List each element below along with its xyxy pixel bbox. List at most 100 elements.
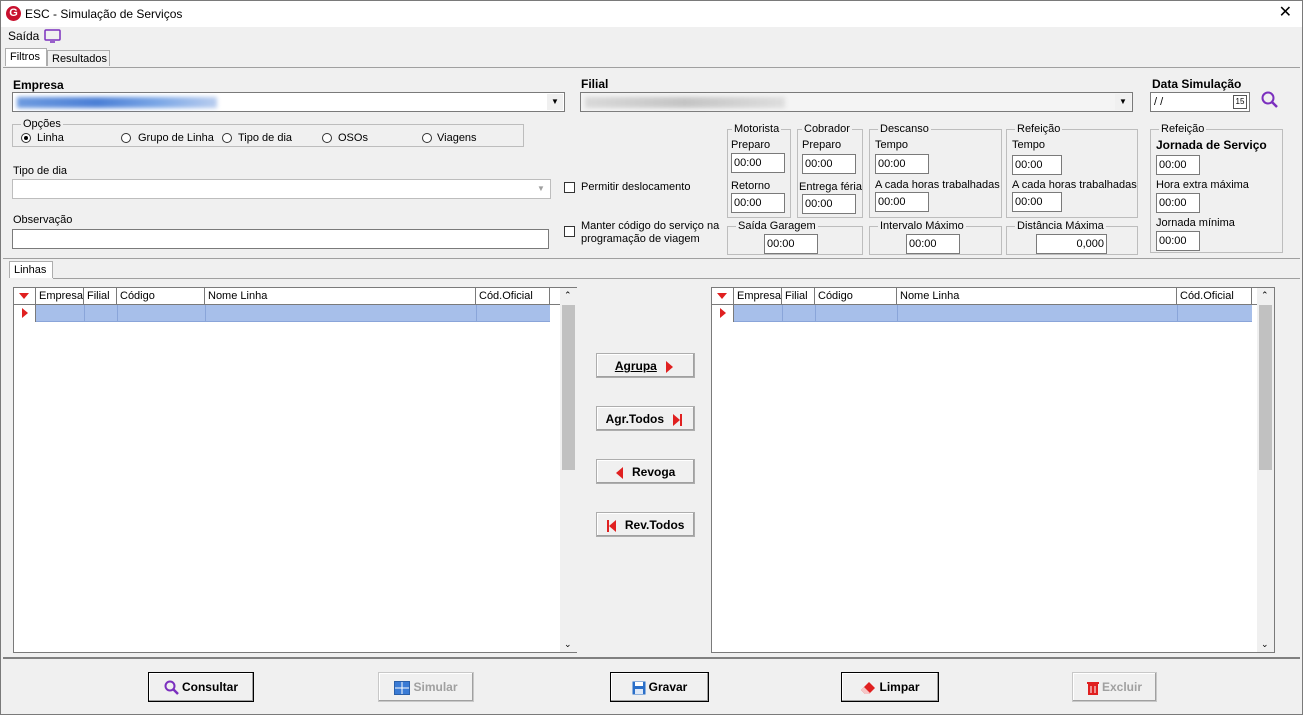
cobrador-preparo-label: Preparo [802,139,842,151]
tab-linhas[interactable]: Linhas [9,261,53,278]
exit-menu-item[interactable]: Saída [8,29,39,43]
simular-button[interactable]: Simular [378,672,474,702]
manter-codigo-label-1: Manter código do serviço na [581,220,720,232]
excluir-button[interactable]: Excluir [1072,672,1157,702]
trash-icon [1086,681,1099,695]
empresa-value [17,97,217,108]
chevron-down-icon[interactable]: ▼ [533,181,549,197]
distancia-maxima-input[interactable]: 0,000 [1036,234,1107,254]
col-filial[interactable]: Filial [84,288,117,305]
motorista-retorno-label: Retorno [731,180,771,192]
cobrador-entrega-input[interactable]: 00:00 [802,194,856,214]
empresa-select[interactable]: ▼ [12,92,565,112]
agrupa-button[interactable]: Agrupa [596,353,695,378]
data-simulacao-input[interactable]: / / 15 [1150,92,1250,112]
arrow-right-icon [666,360,674,373]
chevron-down-icon[interactable]: ▼ [1115,94,1131,110]
arrow-right-end-icon [673,413,681,426]
radio-viagens-label: Viagens [437,132,477,144]
limpar-button[interactable]: Limpar [841,672,939,702]
arrow-left-end-icon [608,519,616,532]
col-nome-linha[interactable]: Nome Linha [205,288,476,305]
col-codigo[interactable]: Código [815,288,897,305]
radio-linha-label: Linha [37,132,64,144]
eraser-icon [861,681,876,694]
grid-menu-button[interactable] [712,288,734,305]
hora-extra-label: Hora extra máxima [1156,179,1249,191]
descanso-title: Descanso [878,123,931,135]
descanso-tempo-input[interactable]: 00:00 [875,154,929,174]
filial-label: Filial [581,77,609,91]
col-empresa[interactable]: Empresa [734,288,782,305]
search-icon[interactable] [1260,90,1280,110]
tab-filtros[interactable]: Filtros [5,48,47,66]
left-grid-scrollbar[interactable]: ⌃ ⌄ [560,288,577,652]
scroll-thumb[interactable] [1259,305,1272,470]
col-cod-oficial[interactable]: Cód.Oficial [476,288,550,305]
permitir-deslocamento-label: Permitir deslocamento [581,181,691,193]
observacao-input[interactable] [12,229,549,249]
calendar-icon[interactable]: 15 [1233,95,1247,109]
motorista-retorno-input[interactable]: 00:00 [731,193,785,213]
radio-viagens[interactable] [422,133,432,143]
col-nome-linha[interactable]: Nome Linha [897,288,1177,305]
linhas-tab-divider [53,278,1300,279]
radio-osos[interactable] [322,133,332,143]
scroll-thumb[interactable] [562,305,575,470]
radio-grupo-linha[interactable] [121,133,131,143]
agr-todos-button[interactable]: Agr.Todos [596,406,695,431]
tipo-dia-select[interactable]: ▼ [12,179,551,199]
tipo-dia-label: Tipo de dia [13,165,68,177]
motorista-preparo-input[interactable]: 00:00 [731,153,785,173]
cobrador-preparo-input[interactable]: 00:00 [802,154,856,174]
grid-header: Empresa Filial Código Nome Linha Cód.Ofi… [14,288,560,305]
jornada-servico-input[interactable]: 00:00 [1156,155,1200,175]
tab-resultados[interactable]: Resultados [47,50,110,66]
excluir-label: Excluir [1101,680,1143,694]
permitir-deslocamento-checkbox[interactable] [564,182,575,193]
agr-todos-label: Agr.Todos [605,412,665,426]
manter-codigo-label-2: programação de viagem [581,233,700,245]
monitor-icon[interactable] [44,29,62,44]
right-grid-scrollbar[interactable]: ⌃ ⌄ [1257,288,1274,652]
cobrador-title: Cobrador [802,123,852,135]
opcoes-label: Opções [21,118,63,130]
descanso-cada-input[interactable]: 00:00 [875,192,929,212]
row-indicator [712,305,734,322]
filial-select[interactable]: ▼ [580,92,1133,112]
motorista-preparo-label: Preparo [731,139,771,151]
consultar-button[interactable]: Consultar [148,672,254,702]
hora-extra-input[interactable]: 00:00 [1156,193,1200,213]
table-row[interactable] [14,305,550,322]
radio-tipo-dia[interactable] [222,133,232,143]
chevron-down-icon[interactable]: ▼ [547,94,563,110]
table-row[interactable] [712,305,1252,322]
descanso-cada-label: A cada horas trabalhadas [875,179,1000,191]
col-empresa[interactable]: Empresa [36,288,84,305]
window-title: ESC - Simulação de Serviços [25,7,183,21]
col-cod-oficial[interactable]: Cód.Oficial [1177,288,1252,305]
agrupa-label: Agrupa [614,359,657,373]
selected-lines-grid[interactable]: Empresa Filial Código Nome Linha Cód.Ofi… [711,287,1275,653]
manter-codigo-checkbox[interactable] [564,226,575,237]
refeicao-cada-input[interactable]: 00:00 [1012,192,1062,212]
rev-todos-button[interactable]: Rev.Todos [596,512,695,537]
jornada-minima-input[interactable]: 00:00 [1156,231,1200,251]
search-icon [164,680,179,696]
refeicao-tempo-label: Tempo [1012,139,1046,151]
col-filial[interactable]: Filial [782,288,815,305]
available-lines-grid[interactable]: Empresa Filial Código Nome Linha Cód.Ofi… [13,287,577,653]
saida-garagem-input[interactable]: 00:00 [764,234,818,254]
refeicao-tempo-input[interactable]: 00:00 [1012,155,1062,175]
radio-grupo-linha-label: Grupo de Linha [138,132,214,144]
close-window-button[interactable]: ✕ [1279,4,1292,22]
radio-osos-label: OSOs [338,132,368,144]
col-codigo[interactable]: Código [117,288,205,305]
cobrador-entrega-label: Entrega féria [799,181,862,193]
revoga-button[interactable]: Revoga [596,459,695,484]
radio-linha[interactable] [21,133,31,143]
intervalo-maximo-input[interactable]: 00:00 [906,234,960,254]
gravar-button[interactable]: Gravar [610,672,709,702]
row-indicator [14,305,36,322]
grid-menu-button[interactable] [14,288,36,305]
